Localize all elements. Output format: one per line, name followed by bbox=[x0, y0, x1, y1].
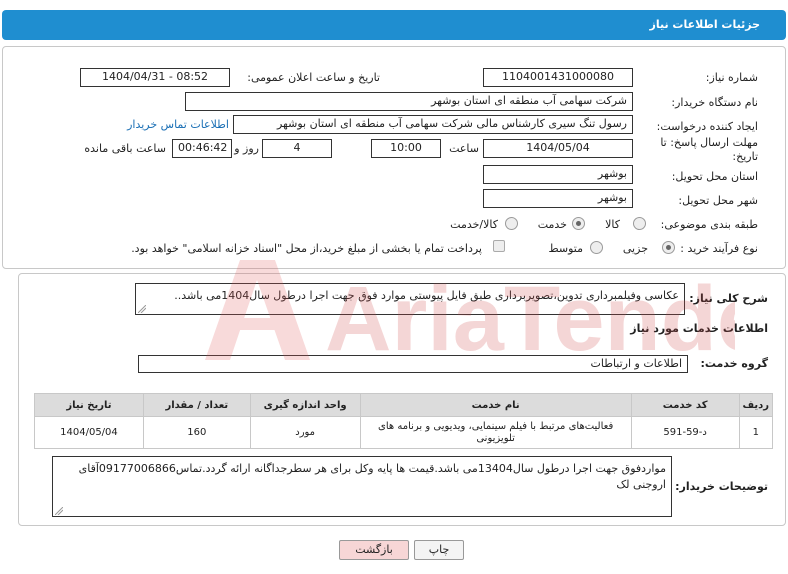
page-header: جزئیات اطلاعات نیاز bbox=[2, 10, 786, 40]
buyer-contact-link[interactable]: اطلاعات تماس خریدار bbox=[127, 118, 229, 131]
deadline-time-label: ساعت bbox=[449, 142, 479, 155]
general-description-field[interactable]: عکاسی وفیلمبرداری تدوین،تصویربرداری طبق … bbox=[135, 283, 685, 315]
buyer-org-field[interactable]: شرکت سهامی آب منطقه ای استان بوشهر bbox=[185, 92, 633, 111]
services-table: ردیف کد خدمت نام خدمت واحد اندازه گیری ت… bbox=[34, 393, 774, 449]
print-button[interactable]: چاپ bbox=[414, 540, 464, 560]
process-minor-label: جزیی bbox=[622, 242, 648, 255]
process-radio-minor[interactable] bbox=[662, 241, 675, 254]
creator-field[interactable]: رسول تنگ سیری کارشناس مالی شرکت سهامی آب… bbox=[233, 115, 633, 134]
city-field[interactable]: بوشهر bbox=[483, 189, 633, 208]
deadline-label: مهلت ارسال پاسخ: تا تاریخ: bbox=[660, 136, 758, 163]
category-radio-goods-service[interactable] bbox=[505, 217, 518, 230]
buyer-notes-label: توضیحات خریدار: bbox=[675, 480, 768, 493]
table-header-row: ردیف کد خدمت نام خدمت واحد اندازه گیری ت… bbox=[34, 393, 774, 417]
treasury-payment-checkbox[interactable] bbox=[493, 240, 505, 252]
need-number-field[interactable]: 1104001431000080 bbox=[483, 68, 633, 87]
treasury-payment-note: پرداخت تمام یا بخشی از مبلغ خرید،از محل … bbox=[131, 242, 482, 255]
col-header-need-date: تاریخ نیاز bbox=[34, 393, 144, 417]
cell-service-code: د-59-591 bbox=[630, 416, 740, 449]
process-medium-label: متوسط bbox=[548, 242, 583, 255]
deadline-time-field[interactable]: 10:00 bbox=[371, 139, 441, 158]
table-row: 1 د-59-591 فعالیت‌های مرتبط با فیلم سینم… bbox=[34, 416, 774, 449]
category-service-label: خدمت bbox=[537, 218, 567, 231]
category-goods-service-label: کالا/خدمت bbox=[450, 218, 498, 231]
col-header-service-code: کد خدمت bbox=[630, 393, 740, 417]
col-header-row-number: ردیف bbox=[738, 393, 774, 417]
col-header-quantity: تعداد / مقدار bbox=[142, 393, 251, 417]
service-group-field[interactable]: اطلاعات و ارتباطات bbox=[138, 355, 688, 373]
process-type-label: نوع فرآیند خرید : bbox=[680, 242, 758, 255]
city-label: شهر محل تحویل: bbox=[678, 194, 758, 207]
general-description-label: شرح کلی نیاز: bbox=[689, 292, 768, 305]
buyer-org-label: نام دستگاه خریدار: bbox=[671, 96, 758, 109]
category-label: طبقه بندی موضوعی: bbox=[660, 218, 758, 231]
cell-quantity: 160 bbox=[142, 416, 251, 449]
province-label: استان محل تحویل: bbox=[671, 170, 758, 183]
remaining-time-label: ساعت باقی مانده bbox=[84, 142, 166, 155]
process-radio-medium[interactable] bbox=[590, 241, 603, 254]
cell-row-number: 1 bbox=[738, 416, 774, 449]
service-group-label: گروه خدمت: bbox=[700, 357, 768, 370]
cell-unit: مورد bbox=[249, 416, 361, 449]
need-number-label: شماره نیاز: bbox=[705, 71, 758, 84]
remaining-time-field[interactable]: 00:46:42 bbox=[172, 139, 232, 158]
cell-need-date: 1404/05/04 bbox=[34, 416, 144, 449]
category-goods-label: کالا bbox=[605, 218, 620, 231]
resize-grip-icon[interactable] bbox=[138, 305, 146, 313]
col-header-service-name: نام خدمت bbox=[359, 393, 632, 417]
category-radio-goods[interactable] bbox=[633, 217, 646, 230]
province-field[interactable]: بوشهر bbox=[483, 165, 633, 184]
deadline-date-field[interactable]: 1404/05/04 bbox=[483, 139, 633, 158]
page-title: جزئیات اطلاعات نیاز bbox=[649, 18, 761, 31]
buyer-notes-field[interactable]: مواردفوق جهت اجرا درطول سال13404می باشد.… bbox=[52, 456, 672, 517]
resize-grip-icon[interactable] bbox=[55, 507, 63, 515]
remaining-days-field[interactable]: 4 bbox=[262, 139, 332, 158]
services-heading: اطلاعات خدمات مورد نیاز bbox=[630, 322, 768, 335]
col-header-unit: واحد اندازه گیری bbox=[249, 393, 361, 417]
days-label: روز و bbox=[234, 142, 259, 155]
announce-datetime-label: تاریخ و ساعت اعلان عمومی: bbox=[247, 71, 380, 84]
category-radio-service[interactable] bbox=[572, 217, 585, 230]
back-button[interactable]: بازگشت bbox=[339, 540, 409, 560]
cell-service-name: فعالیت‌های مرتبط با فیلم سینمایی، ویدیوی… bbox=[359, 416, 632, 449]
creator-label: ایجاد کننده درخواست: bbox=[656, 120, 758, 133]
announce-datetime-field[interactable]: 1404/04/31 - 08:52 bbox=[80, 68, 230, 87]
